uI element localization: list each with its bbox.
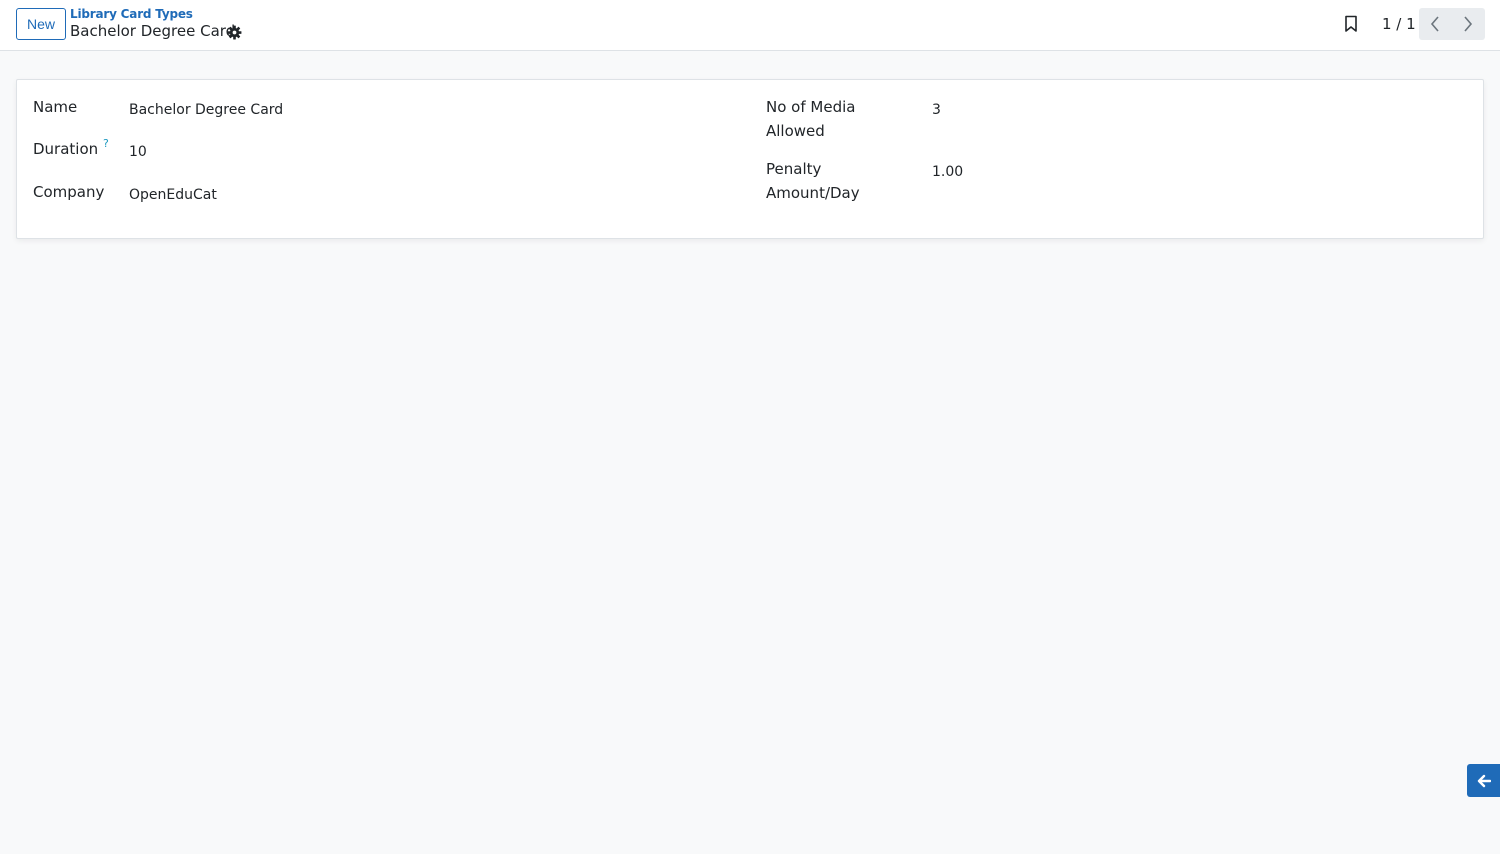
breadcrumb-parent-link[interactable]: Library Card Types xyxy=(70,7,193,21)
new-button[interactable]: New xyxy=(16,8,66,40)
duration-label: Duration xyxy=(33,140,99,158)
name-value[interactable]: Bachelor Degree Card xyxy=(129,98,283,122)
penalty-value[interactable]: 1.00 xyxy=(932,160,963,184)
form-sheet: Name Bachelor Degree Card Duration ? 10 … xyxy=(16,79,1484,239)
record-title: Bachelor Degree Card xyxy=(70,22,236,40)
penalty-label-line1: Penalty xyxy=(766,160,822,178)
duration-value[interactable]: 10 xyxy=(129,140,147,164)
company-label: Company xyxy=(33,183,105,201)
bookmark-icon[interactable] xyxy=(1343,15,1359,33)
arrow-left-icon xyxy=(1477,774,1491,788)
pager-previous-button[interactable] xyxy=(1419,8,1452,40)
side-panel-toggle-button[interactable] xyxy=(1467,764,1500,797)
penalty-label-line2: Amount/Day xyxy=(766,184,860,202)
pager-value[interactable]: 1 / 1 xyxy=(1382,15,1416,33)
media-allowed-label-line1: No of Media xyxy=(766,98,856,116)
media-allowed-label-line2: Allowed xyxy=(766,122,825,140)
pager-next-button[interactable] xyxy=(1452,8,1485,40)
media-allowed-value[interactable]: 3 xyxy=(932,98,941,122)
control-panel: New Library Card Types Bachelor Degree C… xyxy=(0,0,1500,51)
gear-icon[interactable] xyxy=(227,25,242,40)
chevron-left-icon xyxy=(1430,16,1439,32)
company-value[interactable]: OpenEduCat xyxy=(129,183,217,207)
duration-help-icon[interactable]: ? xyxy=(103,137,109,150)
name-label: Name xyxy=(33,98,78,116)
chevron-right-icon xyxy=(1464,16,1473,32)
